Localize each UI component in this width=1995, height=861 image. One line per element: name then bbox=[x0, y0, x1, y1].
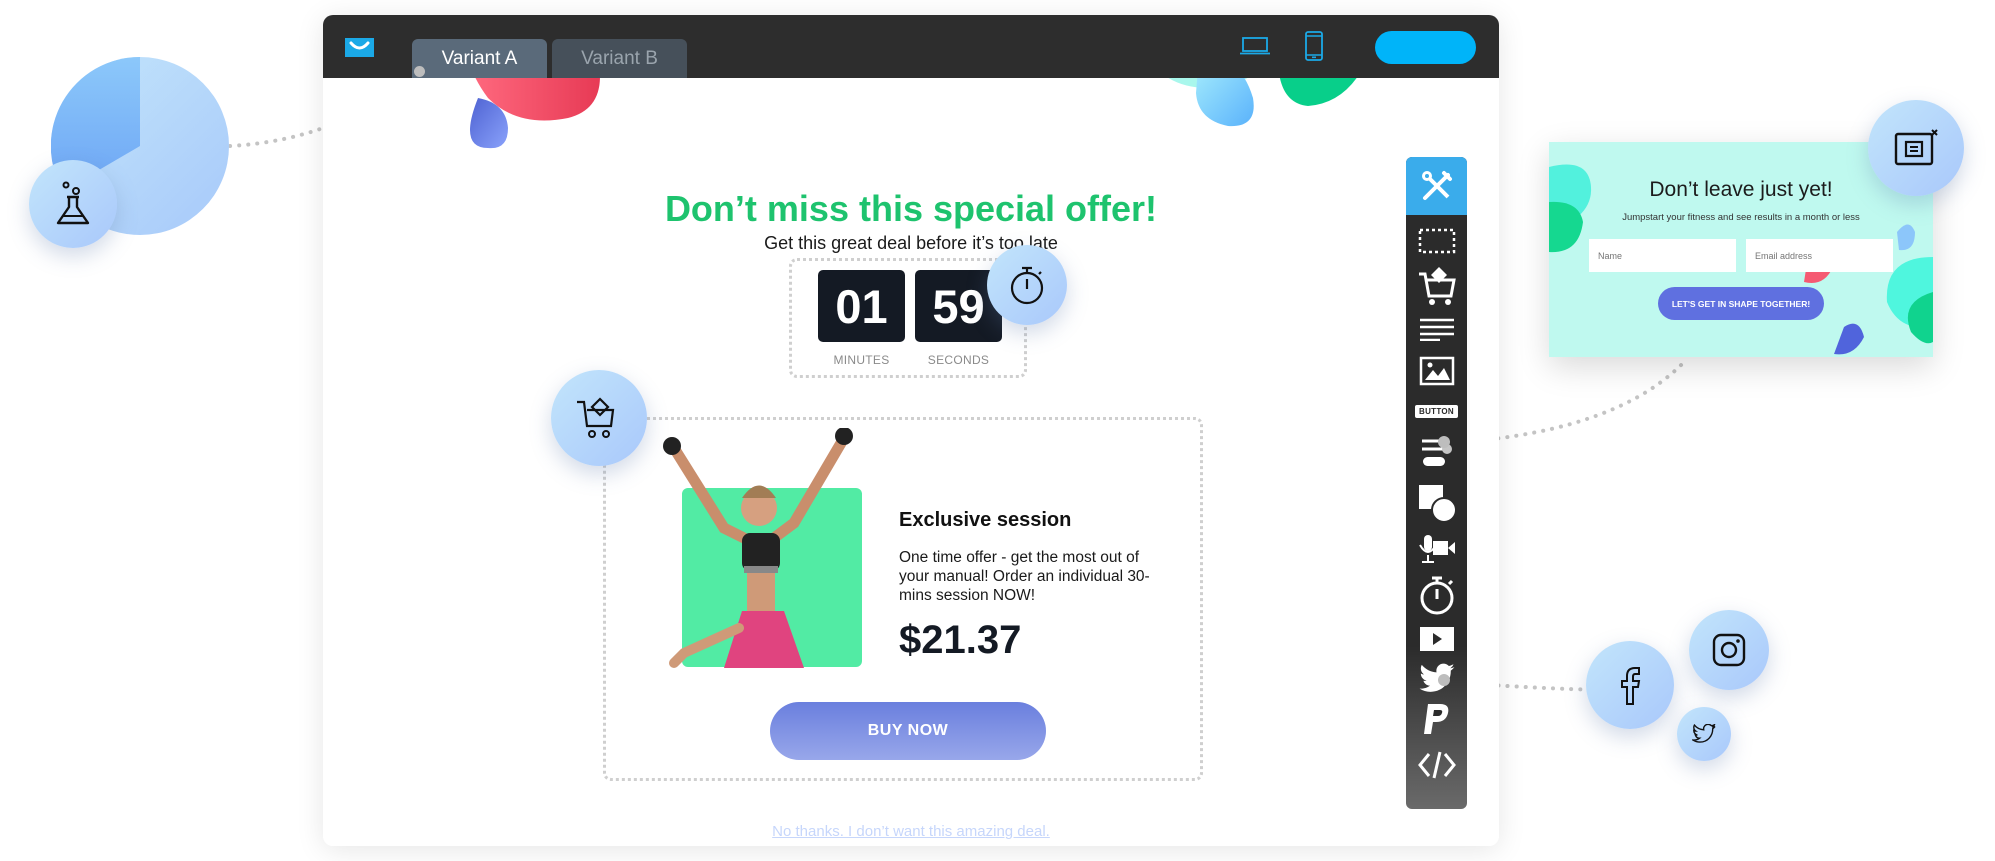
decor-blob-green bbox=[1168, 78, 1357, 127]
toolbar-item-webinar[interactable] bbox=[1406, 531, 1467, 567]
toolbar-item-tools[interactable] bbox=[1406, 157, 1467, 215]
video-icon bbox=[1419, 627, 1454, 651]
minutes-label: MINUTES bbox=[833, 353, 890, 367]
tools-icon bbox=[1421, 171, 1452, 200]
logo-icon[interactable] bbox=[345, 38, 374, 57]
tab-variant-b[interactable]: Variant B bbox=[552, 39, 687, 78]
decor-blob-red bbox=[470, 78, 600, 149]
editor-window: Variant A Variant B Don’t miss this spec… bbox=[323, 15, 1499, 846]
publish-button[interactable] bbox=[1375, 31, 1476, 64]
product-cart-icon bbox=[1418, 267, 1456, 305]
popup-icon bbox=[1894, 129, 1938, 166]
instagram-icon bbox=[1712, 633, 1746, 667]
editor-header: Variant A Variant B bbox=[323, 15, 1499, 78]
offer-subheadline[interactable]: Get this great deal before it’s too late bbox=[323, 233, 1499, 254]
timer-icon bbox=[1420, 576, 1453, 615]
toolbar-item-shapes[interactable] bbox=[1406, 481, 1467, 525]
connector-dot bbox=[1438, 436, 1450, 448]
buy-now-button[interactable]: BUY NOW bbox=[770, 702, 1046, 760]
desktop-icon[interactable] bbox=[1240, 36, 1270, 61]
product-title[interactable]: Exclusive session bbox=[899, 509, 1071, 532]
toolbar-item-section[interactable] bbox=[1406, 223, 1467, 259]
popup-title: Don’t leave just yet! bbox=[1649, 178, 1833, 201]
product-image[interactable] bbox=[663, 428, 862, 668]
section-icon bbox=[1418, 228, 1455, 254]
tab-variant-a[interactable]: Variant A bbox=[412, 39, 547, 78]
facebook-icon bbox=[1621, 667, 1641, 705]
flask-icon bbox=[56, 181, 90, 225]
code-icon bbox=[1417, 751, 1456, 779]
image-icon bbox=[1419, 356, 1454, 386]
twitter-icon bbox=[1692, 724, 1716, 743]
paypal-icon bbox=[1423, 704, 1448, 734]
toolbar-item-image[interactable] bbox=[1406, 353, 1467, 389]
offer-headline[interactable]: Don’t miss this special offer! bbox=[323, 188, 1499, 230]
popup-feature-bubble[interactable] bbox=[1868, 100, 1964, 196]
popup-email-field[interactable] bbox=[1746, 239, 1893, 272]
toolbar-item-code[interactable] bbox=[1406, 747, 1467, 783]
facebook-bubble[interactable] bbox=[1586, 641, 1674, 729]
shapes-icon bbox=[1418, 485, 1457, 523]
toolbar-item-text[interactable] bbox=[1406, 313, 1467, 345]
seconds-label: SECONDS bbox=[927, 353, 990, 367]
toolbar-item-social[interactable] bbox=[1406, 661, 1467, 697]
stopwatch-icon bbox=[1010, 266, 1044, 305]
tab-label: Variant B bbox=[581, 47, 658, 69]
twitter-bubble[interactable] bbox=[1677, 707, 1731, 761]
cart-icon bbox=[577, 397, 615, 438]
stage: Variant A Variant B Don’t miss this spec… bbox=[0, 0, 1995, 861]
decline-link[interactable]: No thanks. I don’t want this amazing dea… bbox=[323, 823, 1499, 840]
mobile-icon[interactable] bbox=[1304, 31, 1324, 66]
webinar-icon bbox=[1418, 535, 1455, 563]
button-icon: BUTTON bbox=[1415, 404, 1458, 418]
connector-dot bbox=[414, 66, 425, 77]
product-description[interactable]: One time offer - get the most out of you… bbox=[899, 548, 1159, 605]
toolbar-item-form[interactable] bbox=[1406, 433, 1467, 473]
toolbar-item-product[interactable] bbox=[1406, 263, 1467, 307]
landing-page-canvas: Don’t miss this special offer! Get this … bbox=[323, 78, 1499, 846]
ab-test-bubble[interactable] bbox=[29, 160, 117, 248]
connector-dot bbox=[1438, 674, 1450, 686]
popup-submit-button[interactable]: LET'S GET IN SHAPE TOGETHER! bbox=[1658, 287, 1824, 320]
countdown-minutes: 01 bbox=[818, 270, 905, 342]
tab-label: Variant A bbox=[441, 47, 518, 69]
popup-name-field[interactable] bbox=[1589, 239, 1736, 272]
ecommerce-feature-bubble[interactable] bbox=[551, 370, 647, 466]
toolbar-item-timer[interactable] bbox=[1406, 573, 1467, 617]
popup-subtitle: Jumpstart your fitness and see results i… bbox=[1622, 212, 1860, 223]
athlete-figure bbox=[663, 428, 853, 668]
instagram-bubble[interactable] bbox=[1689, 610, 1769, 690]
toolbar-item-button[interactable]: BUTTON bbox=[1406, 401, 1467, 421]
timer-feature-bubble[interactable] bbox=[987, 245, 1067, 325]
toolbar-item-video[interactable] bbox=[1406, 623, 1467, 655]
toolbar-item-paypal[interactable] bbox=[1406, 701, 1467, 739]
product-price[interactable]: $21.37 bbox=[899, 618, 1021, 663]
element-toolbar: BUTTON bbox=[1406, 157, 1467, 809]
text-icon bbox=[1419, 318, 1454, 341]
